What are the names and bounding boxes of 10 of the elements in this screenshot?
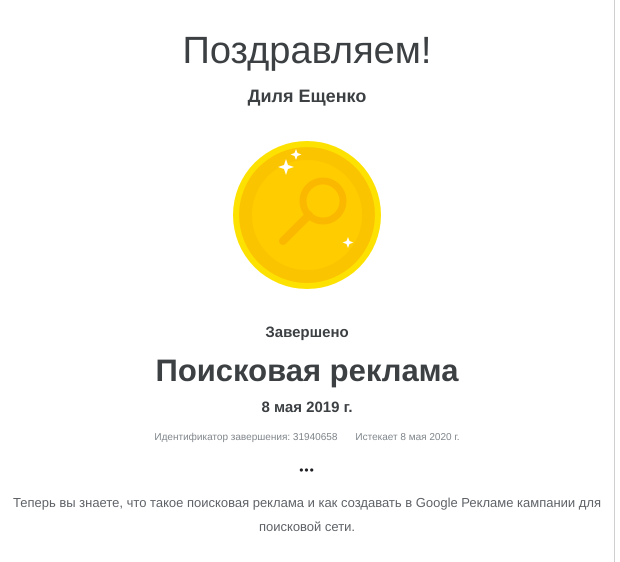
status-label: Завершено (265, 324, 349, 342)
more-menu[interactable]: ••• (299, 463, 315, 477)
recipient-name: Диля Ещенко (248, 85, 366, 107)
magnifier-badge-icon (233, 141, 381, 289)
completion-date: 8 мая 2019 г. (261, 399, 353, 417)
course-title: Поисковая реклама (156, 352, 458, 390)
congrats-heading: Поздравляем! (182, 29, 432, 73)
description-text: Теперь вы знаете, что такое поисковая реклама и как создавать в Google Рекламе кампании для поисковой сети. (12, 494, 602, 536)
expiry-date: Истекает 8 мая 2020 г. (355, 432, 460, 444)
completion-id: Идентификатор завершения: 31940658 (154, 432, 338, 444)
